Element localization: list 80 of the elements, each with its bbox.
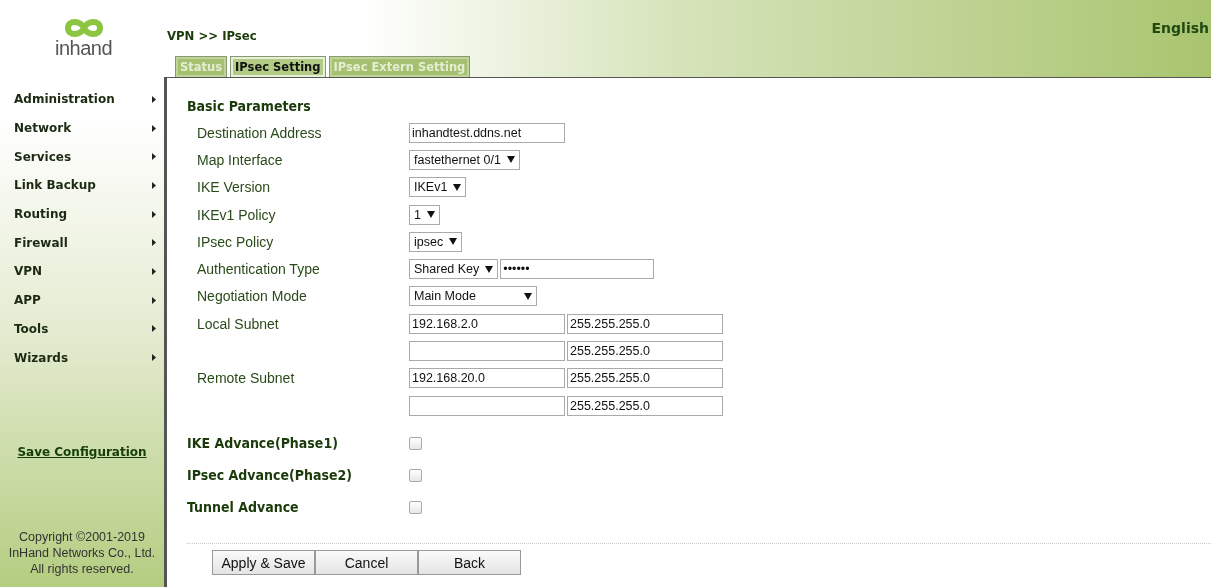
checkbox[interactable] bbox=[409, 468, 422, 482]
nav-item[interactable]: Firewall bbox=[0, 228, 164, 258]
arrow-icon bbox=[152, 239, 156, 247]
copyright-text: InHand Networks Co., Ltd. bbox=[8, 545, 156, 561]
dropdown[interactable]: 1 bbox=[409, 204, 440, 225]
caret-icon bbox=[426, 211, 435, 219]
dropdown[interactable]: ipsec bbox=[409, 231, 463, 252]
nav-label: APP bbox=[14, 293, 41, 308]
field-label: IKEv1 Policy bbox=[197, 206, 277, 223]
nav-item[interactable]: Services bbox=[0, 142, 164, 172]
dropdown[interactable]: Main Mode bbox=[409, 286, 537, 307]
field-label: Remote Subnet bbox=[197, 370, 296, 387]
mask-field[interactable]: 255.255.255.0 bbox=[567, 368, 723, 389]
arrow-icon bbox=[152, 354, 156, 362]
save-configuration-link[interactable]: Save Configuration bbox=[17, 445, 147, 459]
logo-icon bbox=[63, 18, 104, 38]
nav-label: Routing bbox=[14, 207, 67, 222]
copyright-text: All rights reserved. bbox=[30, 561, 134, 577]
dropdown[interactable]: Shared Key bbox=[409, 259, 499, 280]
nav-item[interactable]: Link Backup bbox=[0, 171, 164, 200]
mask-field[interactable]: 255.255.255.0 bbox=[567, 313, 723, 334]
address-field[interactable]: 192.168.20.0 bbox=[409, 368, 565, 389]
caret-icon bbox=[449, 238, 458, 246]
nav-item[interactable]: Routing bbox=[0, 199, 164, 229]
nav-item[interactable]: Tools bbox=[0, 314, 164, 344]
field-label: IPsec Policy bbox=[197, 233, 275, 250]
password-field[interactable]: •••••• bbox=[500, 259, 655, 280]
nav-label: VPN bbox=[14, 264, 43, 279]
breadcrumb: VPN >> IPsec bbox=[167, 28, 257, 43]
nav-label: Link Backup bbox=[14, 178, 96, 193]
arrow-icon bbox=[152, 267, 156, 275]
field-label: Negotiation Mode bbox=[197, 288, 308, 305]
arrow-icon bbox=[152, 325, 156, 333]
nav-label: Firewall bbox=[14, 235, 68, 250]
arrow-icon bbox=[152, 95, 156, 103]
field-label: Destination Address bbox=[197, 124, 323, 141]
checkbox[interactable] bbox=[409, 500, 422, 514]
arrow-icon bbox=[152, 124, 156, 132]
mask-field[interactable]: 255.255.255.0 bbox=[567, 395, 723, 416]
dropdown[interactable]: fastethernet 0/1 bbox=[409, 149, 520, 170]
logo-text: inhand bbox=[54, 38, 113, 58]
nav-item[interactable]: Wizards bbox=[0, 343, 164, 372]
field-label: Authentication Type bbox=[197, 261, 321, 278]
caret-icon bbox=[506, 156, 515, 164]
checkbox[interactable] bbox=[409, 436, 422, 450]
option-label: Tunnel Advance bbox=[187, 499, 300, 516]
nav-item[interactable]: VPN bbox=[0, 257, 164, 286]
address-field[interactable] bbox=[409, 341, 565, 361]
nav-item[interactable]: Administration bbox=[0, 85, 164, 114]
dropdown[interactable]: IKEv1 bbox=[409, 177, 467, 198]
nav-label: Network bbox=[14, 121, 72, 136]
address-field[interactable] bbox=[409, 395, 565, 416]
action-button[interactable]: Apply & Save bbox=[212, 550, 315, 576]
mask-field[interactable]: 255.255.255.0 bbox=[567, 341, 723, 361]
nav-label: Services bbox=[14, 149, 72, 164]
text-field[interactable]: inhandtest.ddns.net bbox=[409, 122, 565, 143]
action-button[interactable]: Back bbox=[418, 550, 521, 576]
language-link[interactable]: English bbox=[1151, 20, 1209, 36]
nav-item[interactable]: Network bbox=[0, 113, 164, 143]
option-label: IPsec Advance(Phase2) bbox=[187, 467, 354, 484]
nav-label: Tools bbox=[14, 321, 49, 336]
tab[interactable]: IPsec Setting bbox=[230, 56, 326, 77]
field-label: Local Subnet bbox=[197, 315, 280, 332]
field-label: IKE Version bbox=[197, 179, 272, 196]
caret-icon bbox=[485, 265, 494, 273]
address-field[interactable]: 192.168.2.0 bbox=[409, 313, 565, 334]
option-label: IKE Advance(Phase1) bbox=[187, 435, 339, 452]
caret-icon bbox=[524, 292, 532, 300]
caret-icon bbox=[453, 183, 462, 191]
field-label: Map Interface bbox=[197, 151, 284, 168]
section-title: Basic Parameters bbox=[187, 98, 312, 114]
arrow-icon bbox=[152, 153, 156, 161]
arrow-icon bbox=[152, 296, 156, 304]
action-button[interactable]: Cancel bbox=[315, 550, 418, 576]
nav-item[interactable]: APP bbox=[0, 285, 164, 315]
nav-label: Wizards bbox=[14, 350, 69, 365]
nav-label: Administration bbox=[14, 92, 115, 107]
arrow-icon bbox=[152, 210, 156, 218]
arrow-icon bbox=[152, 181, 156, 189]
copyright-text: Copyright ©2001-2019 bbox=[19, 529, 145, 545]
